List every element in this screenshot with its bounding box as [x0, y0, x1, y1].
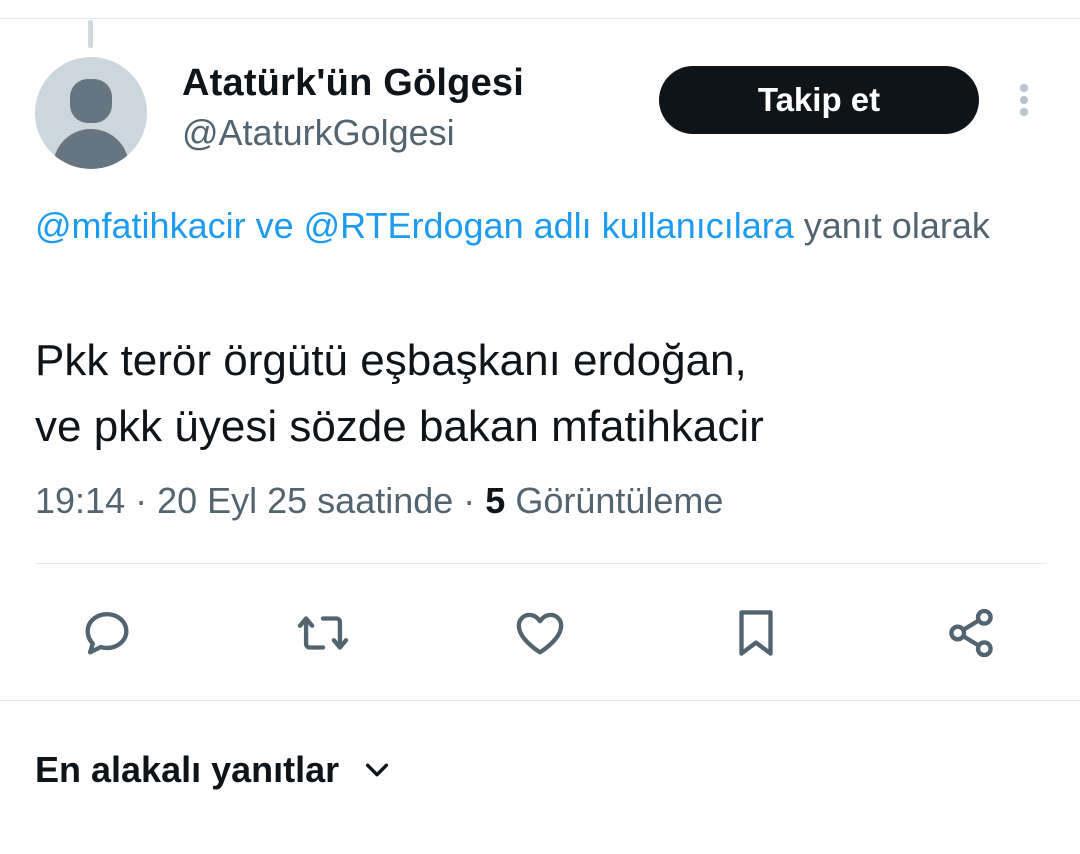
- share-icon: [949, 608, 993, 658]
- default-avatar-body: [53, 129, 129, 169]
- author-display-name[interactable]: Atatürk'ün Gölgesi: [182, 62, 524, 105]
- reply-context: @mfatihkacir ve @RTErdogan adlı kullanıc…: [35, 198, 1045, 254]
- reply-button[interactable]: [78, 604, 136, 662]
- actions-divider: [35, 563, 1047, 564]
- like-button[interactable]: [511, 604, 569, 662]
- default-avatar-head: [70, 79, 112, 123]
- thread-connector-line: [88, 20, 93, 48]
- author-handle[interactable]: @AtaturkGolgesi: [182, 112, 455, 154]
- bookmark-button[interactable]: [727, 604, 785, 662]
- reply-icon: [85, 611, 129, 655]
- follow-button[interactable]: Takip et: [659, 66, 979, 134]
- bookmark-icon: [739, 610, 773, 656]
- tweet-text-line: ve pkk üyesi sözde bakan mfatihkacir: [35, 402, 764, 451]
- retweet-button[interactable]: [294, 604, 352, 662]
- replies-sort-dropdown[interactable]: En alakalı yanıtlar: [35, 742, 393, 798]
- tweet-meta: 19:14 · 20 Eyl 25 saatinde · 5 Görüntüle…: [35, 480, 723, 522]
- tweet-detail-page: Atatürk'ün Gölgesi @AtaturkGolgesi Takip…: [0, 0, 1080, 854]
- chevron-down-icon: [366, 763, 389, 777]
- views-count: 5: [485, 480, 506, 521]
- avatar[interactable]: [35, 57, 147, 169]
- retweet-icon: [297, 616, 349, 650]
- like-icon: [516, 612, 564, 655]
- tweet-timestamp[interactable]: 19:14 · 20 Eyl 25 saatinde ·: [35, 480, 485, 521]
- reply-context-suffix: yanıt olarak: [793, 205, 990, 246]
- reply-mentions-link[interactable]: @mfatihkacir ve @RTErdogan adlı kullanıc…: [35, 205, 794, 246]
- share-button[interactable]: [942, 604, 1000, 662]
- tweet-text: Pkk terör örgütü eşbaşkanı erdoğan, ve p…: [35, 328, 1045, 460]
- top-divider: [0, 18, 1080, 19]
- views-label: Görüntüleme: [505, 480, 724, 521]
- tweet-text-line: Pkk terör örgütü eşbaşkanı erdoğan,: [35, 336, 747, 385]
- replies-sort-label: En alakalı yanıtlar: [35, 749, 340, 790]
- section-divider: [0, 700, 1080, 701]
- more-options-icon[interactable]: [1008, 80, 1040, 120]
